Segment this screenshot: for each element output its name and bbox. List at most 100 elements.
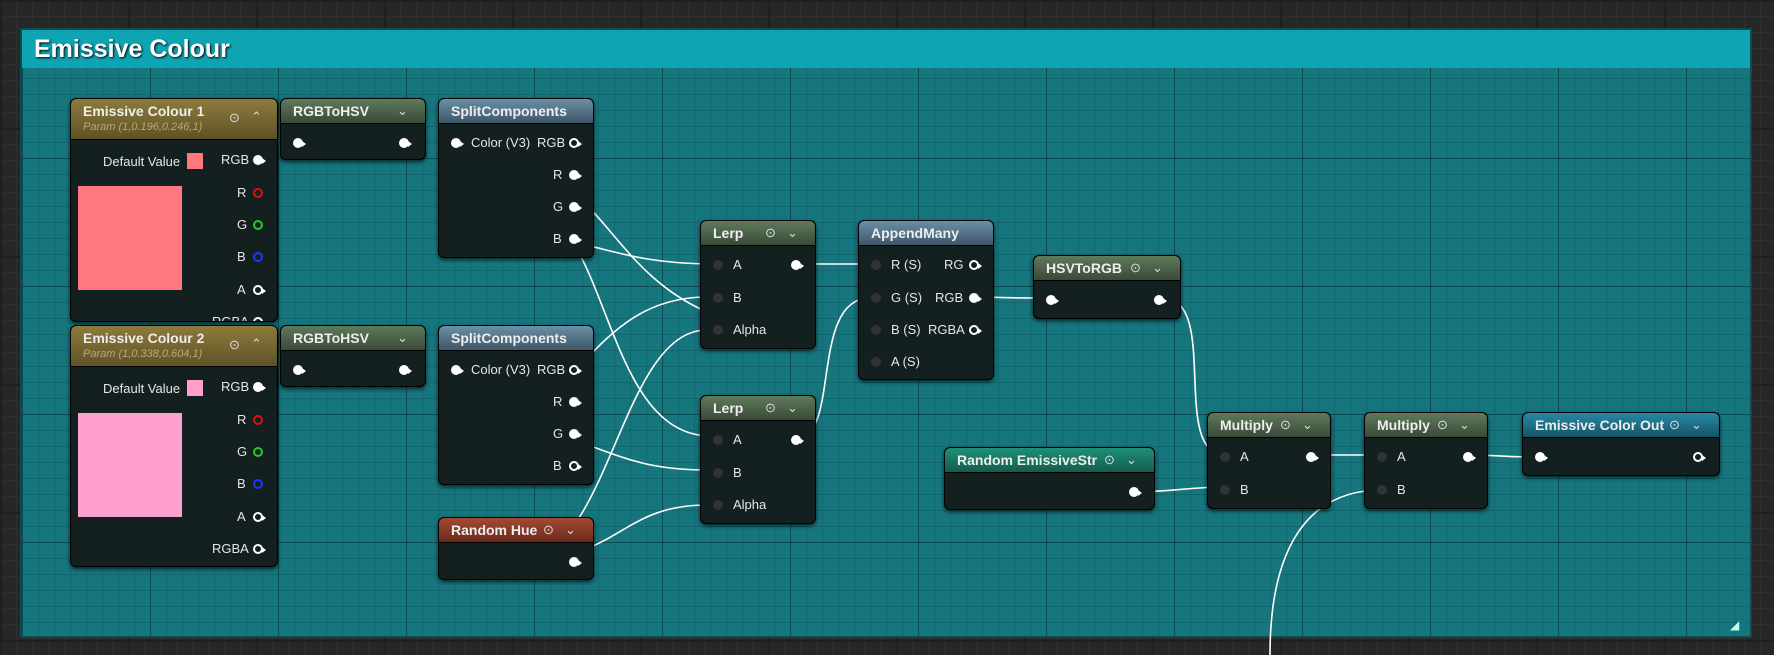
output-pin-rg[interactable] <box>969 260 982 270</box>
split-components-node[interactable]: SplitComponents Color (V3) RGB R G B <box>438 98 594 258</box>
emissive-color-out-node[interactable]: Emissive Color Out ⊙ ⌄ <box>1522 412 1720 476</box>
circle-arrow-icon[interactable]: ⊙ <box>229 110 240 126</box>
input-pin-a[interactable] <box>871 357 881 367</box>
resize-grip-icon[interactable]: ◢ <box>1730 618 1744 632</box>
input-pin[interactable] <box>293 365 306 375</box>
output-pin-b[interactable] <box>569 234 582 244</box>
node-header[interactable]: Lerp ⊙ ⌄ <box>701 221 815 246</box>
input-pin-a[interactable] <box>713 260 723 270</box>
input-pin[interactable] <box>1046 295 1059 305</box>
output-pin[interactable] <box>399 138 412 148</box>
output-pin-rgb[interactable] <box>253 382 266 392</box>
emissive-colour-1-node[interactable]: Emissive Colour 1 Param (1,0.196,0.246,1… <box>70 98 278 322</box>
node-header[interactable]: Lerp ⊙ ⌄ <box>701 396 815 421</box>
output-pin-g[interactable] <box>569 429 582 439</box>
output-pin[interactable] <box>1463 452 1476 462</box>
input-pin-alpha[interactable] <box>713 500 723 510</box>
node-header[interactable]: SplitComponents <box>439 326 593 351</box>
input-pin-b[interactable] <box>713 468 723 478</box>
multiply-node[interactable]: Multiply ⊙ ⌄ A B <box>1364 412 1488 509</box>
node-header[interactable]: RGBToHSV ⌄ <box>281 99 425 124</box>
input-pin[interactable] <box>293 138 306 148</box>
output-pin-a[interactable] <box>253 285 266 295</box>
node-header[interactable]: RGBToHSV ⌄ <box>281 326 425 351</box>
hsvtorgb-node[interactable]: HSVToRGB ⊙ ⌄ <box>1033 255 1181 319</box>
output-pin-r[interactable] <box>253 188 263 198</box>
circle-arrow-icon[interactable]: ⊙ <box>1280 417 1291 433</box>
chevron-down-icon[interactable]: ⌄ <box>1302 417 1313 433</box>
random-hue-node[interactable]: Random Hue ⊙ ⌄ <box>438 517 594 580</box>
output-pin-rgb[interactable] <box>569 365 582 375</box>
input-pin-b[interactable] <box>1377 485 1387 495</box>
lerp-node[interactable]: Lerp ⊙ ⌄ A B Alpha <box>700 220 816 349</box>
chevron-down-icon[interactable]: ⌄ <box>565 522 576 538</box>
input-pin-b[interactable] <box>713 293 723 303</box>
output-pin-r[interactable] <box>569 170 582 180</box>
lerp-node[interactable]: Lerp ⊙ ⌄ A B Alpha <box>700 395 816 524</box>
input-pin-b[interactable] <box>871 325 881 335</box>
output-pin[interactable] <box>399 365 412 375</box>
input-pin-a[interactable] <box>1377 452 1387 462</box>
circle-arrow-icon[interactable]: ⊙ <box>229 337 240 353</box>
input-pin-alpha[interactable] <box>713 325 723 335</box>
input-pin-a[interactable] <box>713 435 723 445</box>
output-pin-r[interactable] <box>253 415 263 425</box>
chevron-down-icon[interactable]: ⌄ <box>1126 452 1137 468</box>
circle-arrow-icon[interactable]: ⊙ <box>543 522 554 538</box>
append-many-node[interactable]: AppendMany R (S) G (S) B (S) A (S) RG RG… <box>858 220 994 380</box>
input-pin-a[interactable] <box>1220 452 1230 462</box>
circle-arrow-icon[interactable]: ⊙ <box>765 400 776 416</box>
comment-header[interactable]: Emissive Colour <box>22 30 1750 68</box>
emissive-colour-2-node[interactable]: Emissive Colour 2 Param (1,0.338,0.604,1… <box>70 325 278 567</box>
node-header[interactable]: SplitComponents <box>439 99 593 124</box>
output-pin[interactable] <box>1693 452 1706 462</box>
rgbtohsv-node[interactable]: RGBToHSV ⌄ <box>280 98 426 160</box>
chevron-down-icon[interactable]: ⌄ <box>787 225 798 241</box>
circle-arrow-icon[interactable]: ⊙ <box>765 225 776 241</box>
output-pin[interactable] <box>1306 452 1319 462</box>
rgbtohsv-node[interactable]: RGBToHSV ⌄ <box>280 325 426 387</box>
chevron-up-icon[interactable]: ⌃ <box>251 336 262 352</box>
output-pin-r[interactable] <box>569 397 582 407</box>
output-pin[interactable] <box>791 260 804 270</box>
output-pin-rgba[interactable] <box>969 325 982 335</box>
node-header[interactable]: Random Hue ⊙ ⌄ <box>439 518 593 543</box>
output-pin[interactable] <box>1154 295 1167 305</box>
random-emissive-str-node[interactable]: Random EmissiveStr ⊙ ⌄ <box>944 447 1155 510</box>
colour-preview[interactable] <box>78 413 182 517</box>
output-pin-rgb[interactable] <box>969 293 982 303</box>
input-pin-color[interactable] <box>451 138 464 148</box>
node-header[interactable]: Emissive Color Out ⊙ ⌄ <box>1523 413 1719 438</box>
chevron-down-icon[interactable]: ⌄ <box>787 400 798 416</box>
output-pin-b[interactable] <box>253 479 263 489</box>
circle-arrow-icon[interactable]: ⊙ <box>1669 417 1680 433</box>
output-pin-g[interactable] <box>253 220 263 230</box>
input-pin[interactable] <box>1535 452 1548 462</box>
output-pin-a[interactable] <box>253 512 266 522</box>
node-header[interactable]: Emissive Colour 2 Param (1,0.338,0.604,1… <box>71 326 277 367</box>
node-header[interactable]: HSVToRGB ⊙ ⌄ <box>1034 256 1180 281</box>
chevron-down-icon[interactable]: ⌄ <box>1459 417 1470 433</box>
input-pin-r[interactable] <box>871 260 881 270</box>
default-value-swatch[interactable] <box>187 380 203 396</box>
output-pin-b[interactable] <box>569 461 582 471</box>
input-pin-g[interactable] <box>871 293 881 303</box>
node-header[interactable]: Multiply ⊙ ⌄ <box>1365 413 1487 438</box>
chevron-down-icon[interactable]: ⌄ <box>397 330 408 346</box>
output-pin-rgb[interactable] <box>253 155 266 165</box>
circle-arrow-icon[interactable]: ⊙ <box>1437 417 1448 433</box>
output-pin-rgba[interactable] <box>253 544 266 554</box>
chevron-up-icon[interactable]: ⌃ <box>251 109 262 125</box>
node-header[interactable]: Random EmissiveStr ⊙ ⌄ <box>945 448 1154 473</box>
output-pin[interactable] <box>569 557 582 567</box>
node-header[interactable]: Emissive Colour 1 Param (1,0.196,0.246,1… <box>71 99 277 140</box>
colour-preview[interactable] <box>78 186 182 290</box>
output-pin-rgb[interactable] <box>569 138 582 148</box>
default-value-swatch[interactable] <box>187 153 203 169</box>
circle-arrow-icon[interactable]: ⊙ <box>1130 260 1141 276</box>
output-pin-g[interactable] <box>253 447 263 457</box>
chevron-down-icon[interactable]: ⌄ <box>1152 260 1163 276</box>
input-pin-color[interactable] <box>451 365 464 375</box>
multiply-node[interactable]: Multiply ⊙ ⌄ A B <box>1207 412 1331 509</box>
output-pin[interactable] <box>791 435 804 445</box>
